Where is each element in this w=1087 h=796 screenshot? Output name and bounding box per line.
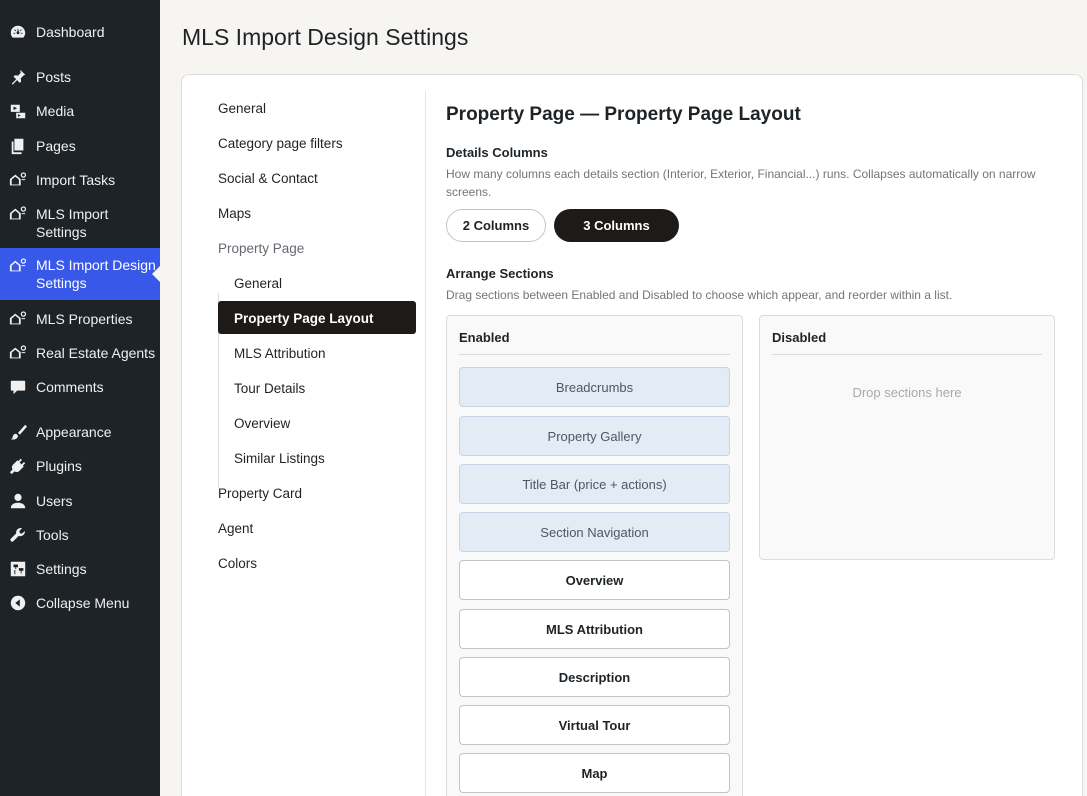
menu-item-pages[interactable]: Pages — [0, 136, 160, 156]
menu-item-plugins[interactable]: Plugins — [0, 456, 160, 476]
settings-card: General Category page filters Social & C… — [181, 74, 1083, 796]
menu-label-mls-import-design-settings: MLS Import Design Settings — [36, 257, 156, 291]
settings-subnav-similar-listings[interactable]: Similar Listings — [234, 451, 325, 466]
pages-icon — [8, 136, 28, 156]
menu-item-appearance[interactable]: Appearance — [0, 422, 160, 442]
menu-label-comments: Comments — [36, 379, 104, 395]
section-chip-description[interactable]: Description — [459, 657, 730, 697]
menu-label-dashboard: Dashboard — [36, 24, 105, 40]
menu-item-mls-import-settings[interactable]: MLS Import Settings — [0, 204, 160, 242]
settings-nav-property-card[interactable]: Property Card — [218, 486, 302, 501]
page-title: MLS Import Design Settings — [182, 24, 469, 50]
section-chip-virtual-tour[interactable]: Virtual Tour — [459, 705, 730, 745]
house-icon — [8, 343, 28, 363]
menu-label-tools: Tools — [36, 527, 69, 543]
settings-subnav-overview[interactable]: Overview — [234, 416, 290, 431]
comments-icon — [8, 377, 28, 397]
nav-divider — [425, 91, 426, 796]
menu-item-settings[interactable]: Settings — [0, 559, 160, 579]
section-chip-title-bar[interactable]: Title Bar (price + actions) — [459, 464, 730, 504]
settings-nav-agent[interactable]: Agent — [218, 521, 253, 536]
dashboard-icon — [8, 22, 28, 42]
menu-label-users: Users — [36, 493, 73, 509]
settings-subnav-mls-attribution[interactable]: MLS Attribution — [234, 346, 326, 361]
menu-item-dashboard[interactable]: Dashboard — [0, 22, 160, 42]
house-icon — [8, 256, 28, 276]
section-chip-breadcrumbs[interactable]: Breadcrumbs — [459, 367, 730, 407]
menu-label-pages: Pages — [36, 138, 76, 154]
disabled-heading-divider — [772, 354, 1042, 355]
arrange-sections-label: Arrange Sections — [446, 266, 554, 281]
menu-label-appearance: Appearance — [36, 424, 112, 440]
settings-nav-maps[interactable]: Maps — [218, 206, 251, 221]
menu-label-mls-properties: MLS Properties — [36, 311, 133, 327]
disabled-sections-list[interactable]: Disabled Drop sections here — [759, 315, 1055, 560]
main-content: MLS Import Design Settings General Categ… — [160, 0, 1087, 796]
enabled-sections-list[interactable]: Enabled Breadcrumbs Property Gallery Tit… — [446, 315, 743, 796]
settings-nav-property-page[interactable]: Property Page — [218, 241, 304, 256]
details-columns-description: How many columns each details section (I… — [446, 167, 1036, 199]
three-columns-button[interactable]: 3 Columns — [554, 209, 679, 242]
menu-item-mls-import-design-settings[interactable]: MLS Import Design Settings — [0, 248, 160, 300]
menu-item-comments[interactable]: Comments — [0, 377, 160, 397]
menu-label-mls-import-settings: MLS Import Settings — [36, 206, 109, 240]
section-chip-map[interactable]: Map — [459, 753, 730, 793]
menu-label-posts: Posts — [36, 69, 72, 85]
pin-icon — [8, 67, 28, 87]
settings-subnav-tour-details[interactable]: Tour Details — [234, 381, 305, 396]
enabled-heading-divider — [459, 354, 730, 355]
menu-label-media: Media — [36, 103, 75, 119]
settings-nav-colors[interactable]: Colors — [218, 556, 257, 571]
house-icon — [8, 170, 28, 190]
menu-item-real-estate-agents[interactable]: Real Estate Agents — [0, 343, 160, 363]
menu-label-plugins: Plugins — [36, 458, 82, 474]
menu-item-import-tasks[interactable]: Import Tasks — [0, 170, 160, 190]
collapse-menu-button[interactable]: Collapse Menu — [0, 593, 160, 613]
house-icon — [8, 204, 28, 224]
collapse-icon — [8, 593, 28, 613]
enabled-heading: Enabled — [459, 330, 510, 345]
user-icon — [8, 491, 28, 511]
settings-subnav-property-page-layout[interactable]: Property Page Layout — [234, 311, 374, 326]
menu-label-collapse: Collapse Menu — [36, 595, 130, 611]
disabled-heading: Disabled — [772, 330, 827, 345]
settings-nav-category-page-filters[interactable]: Category page filters — [218, 136, 343, 151]
wrench-icon — [8, 525, 28, 545]
section-chip-property-gallery[interactable]: Property Gallery — [459, 416, 730, 456]
drop-placeholder: Drop sections here — [852, 385, 962, 400]
menu-item-tools[interactable]: Tools — [0, 525, 160, 545]
settings-subnav-general[interactable]: General — [234, 276, 282, 291]
menu-label-real-estate-agents: Real Estate Agents — [36, 345, 156, 361]
sliders-icon — [8, 559, 28, 579]
menu-label-settings: Settings — [36, 561, 87, 577]
media-icon — [8, 101, 28, 121]
section-chip-section-navigation[interactable]: Section Navigation — [459, 512, 730, 552]
admin-sidebar: Dashboard Posts Media Pages Import Tasks… — [0, 0, 160, 796]
section-title: Property Page — Property Page Layout — [446, 104, 801, 125]
settings-nav-social-contact[interactable]: Social & Contact — [218, 171, 318, 186]
menu-item-media[interactable]: Media — [0, 101, 160, 121]
menu-item-users[interactable]: Users — [0, 491, 160, 511]
plug-icon — [8, 456, 28, 476]
settings-nav-general[interactable]: General — [218, 101, 266, 116]
two-columns-button[interactable]: 2 Columns — [446, 209, 546, 242]
arrange-sections-description: Drag sections between Enabled and Disabl… — [446, 288, 953, 302]
menu-item-mls-properties[interactable]: MLS Properties — [0, 309, 160, 329]
menu-item-posts[interactable]: Posts — [0, 67, 160, 87]
details-columns-label: Details Columns — [446, 145, 548, 160]
section-chip-overview[interactable]: Overview — [459, 560, 730, 600]
brush-icon — [8, 422, 28, 442]
section-chip-mls-attribution[interactable]: MLS Attribution — [459, 609, 730, 649]
house-icon — [8, 309, 28, 329]
current-page-arrow — [152, 266, 160, 282]
menu-label-import-tasks: Import Tasks — [36, 172, 116, 188]
